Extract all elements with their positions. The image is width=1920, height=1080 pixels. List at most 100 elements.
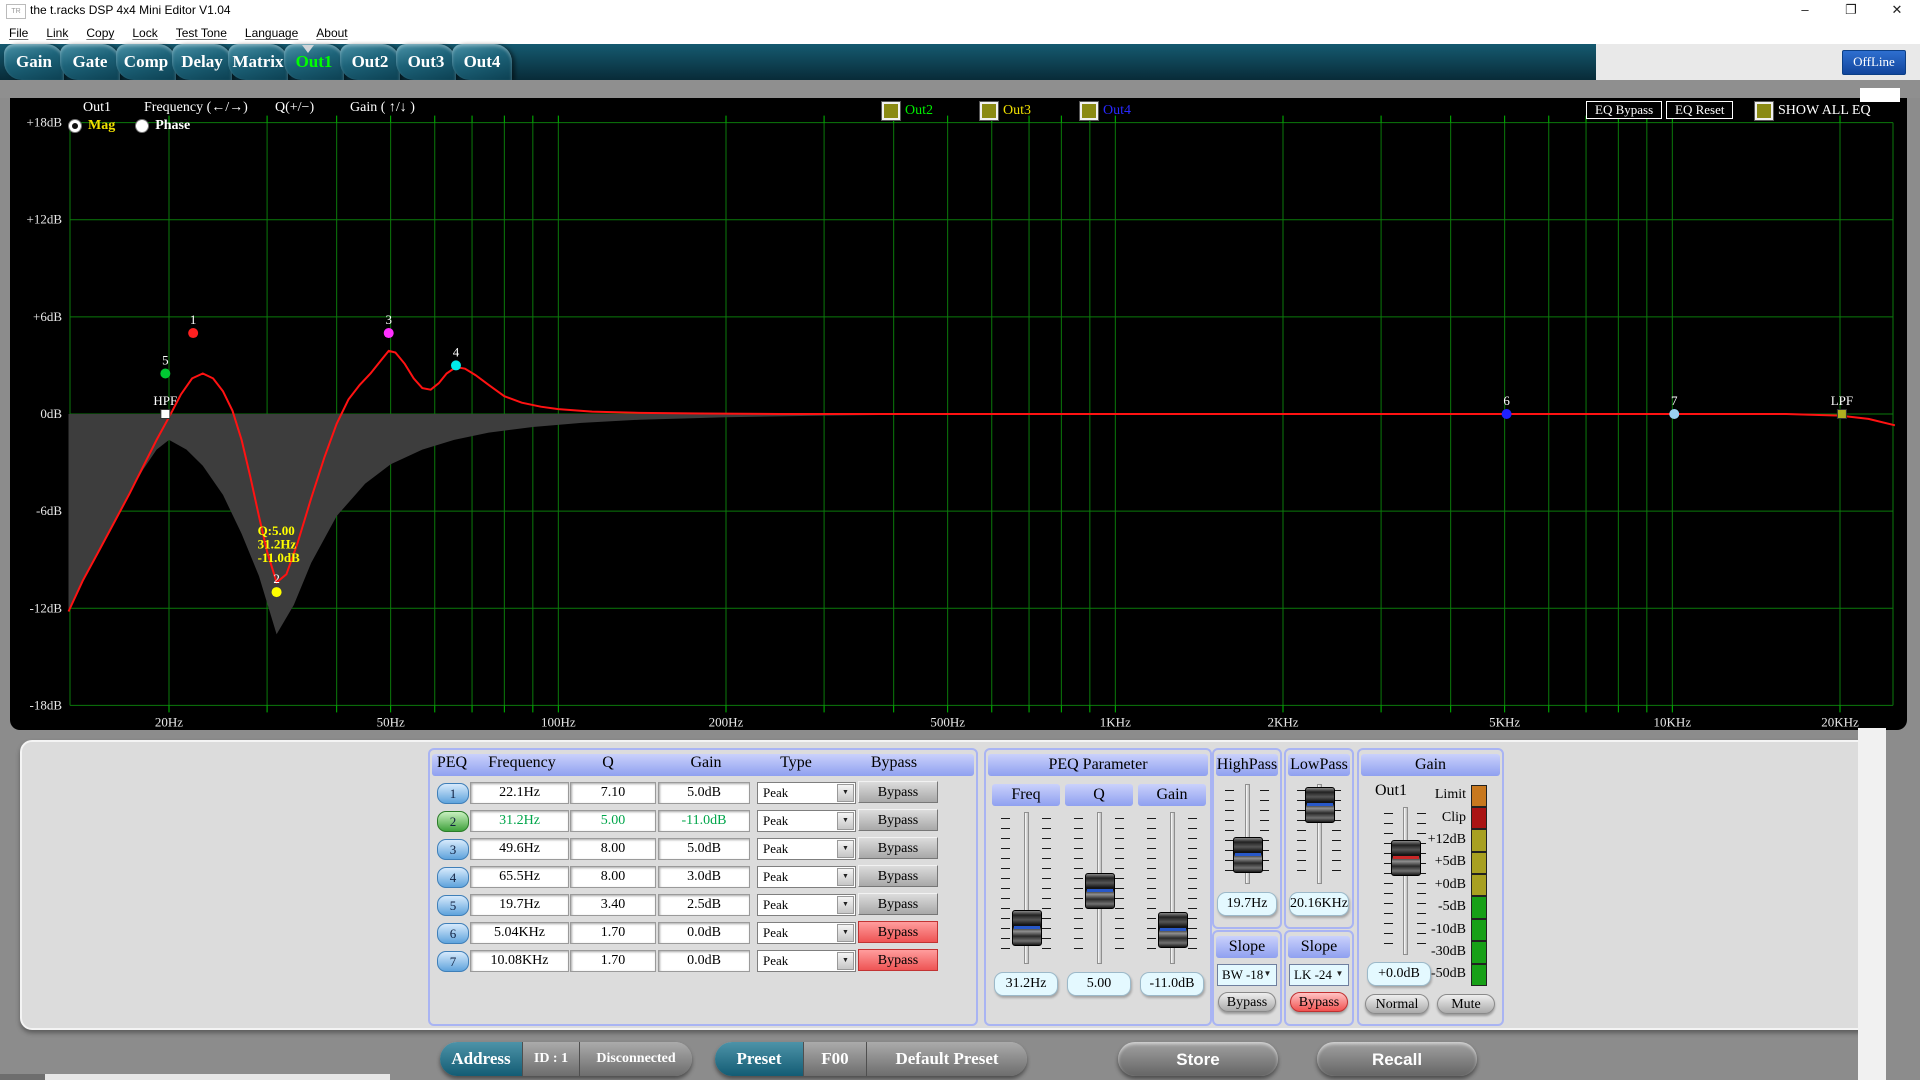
eq-marker-3[interactable] (384, 328, 394, 338)
eq-marker-2[interactable] (272, 587, 282, 597)
peq-4-gain-field[interactable]: 3.0dB (658, 866, 750, 888)
peq-2-frequency-field[interactable]: 31.2Hz (470, 810, 569, 832)
dropdown-arrow-icon[interactable]: ▼ (837, 812, 854, 830)
peq-1-bypass-button[interactable]: Bypass (858, 781, 938, 803)
tab-gain[interactable]: Gain (4, 44, 64, 80)
store-button[interactable]: Store (1118, 1042, 1278, 1076)
eq-bypass-button[interactable]: EQ Bypass (1586, 101, 1662, 119)
eq-marker-5[interactable] (160, 369, 170, 379)
dropdown-arrow-icon[interactable]: ▼ (837, 784, 854, 802)
highpass-slider-knob[interactable] (1233, 837, 1263, 873)
freq-slider-knob[interactable] (1012, 910, 1042, 946)
peq-3-bypass-button[interactable]: Bypass (858, 837, 938, 859)
peq-3-q-field[interactable]: 8.00 (570, 838, 656, 860)
normal-button[interactable]: Normal (1365, 994, 1429, 1014)
gain-slider[interactable] (1144, 810, 1200, 966)
peq-7-bypass-button[interactable]: Bypass (858, 949, 938, 971)
lowpass-frequency-value[interactable]: 20.16KHz (1289, 892, 1349, 916)
q-slider[interactable] (1071, 810, 1127, 966)
eq-reset-button[interactable]: EQ Reset (1666, 101, 1733, 119)
peq-5-gain-field[interactable]: 2.5dB (658, 894, 750, 916)
highpass-slider[interactable] (1222, 782, 1272, 886)
tab-delay[interactable]: Delay (172, 44, 232, 80)
peq-6-frequency-field[interactable]: 5.04KHz (470, 922, 569, 944)
phase-radio[interactable] (135, 119, 149, 133)
peq-7-gain-field[interactable]: 0.0dB (658, 950, 750, 972)
q-value[interactable]: 5.00 (1067, 972, 1131, 996)
tab-out1[interactable]: Out1 (284, 44, 344, 80)
peq-6-bypass-button[interactable]: Bypass (858, 921, 938, 943)
menu-language[interactable]: Language (236, 26, 307, 40)
peq-2-gain-field[interactable]: -11.0dB (658, 810, 750, 832)
tab-out2[interactable]: Out2 (340, 44, 400, 80)
tab-matrix[interactable]: Matrix (228, 44, 288, 80)
lowpass-bypass-button[interactable]: Bypass (1290, 992, 1348, 1012)
preset-button[interactable]: Preset (715, 1042, 804, 1076)
eq-graph-canvas[interactable]: +18dB+12dB+6dB0dB-6dB-12dB-18dB20Hz50Hz1… (10, 98, 1907, 730)
peq-2-badge[interactable]: 2 (437, 811, 469, 832)
tab-comp[interactable]: Comp (116, 44, 176, 80)
peq-7-q-field[interactable]: 1.70 (570, 950, 656, 972)
out2-checkbox[interactable] (882, 102, 900, 120)
eq-marker-1[interactable] (188, 328, 198, 338)
eq-marker-LPF[interactable] (1837, 410, 1846, 419)
menu-about[interactable]: About (307, 26, 356, 40)
tab-out4[interactable]: Out4 (452, 44, 512, 80)
peq-5-type-select[interactable]: Peak▼ (757, 894, 856, 916)
dropdown-arrow-icon[interactable]: ▼ (1260, 966, 1275, 982)
peq-5-badge[interactable]: 5 (437, 895, 469, 916)
mag-radio[interactable] (68, 119, 82, 133)
show-all-eq-checkbox[interactable] (1755, 102, 1773, 120)
freq-value[interactable]: 31.2Hz (994, 972, 1058, 996)
offline-status-button[interactable]: OffLine (1842, 50, 1906, 75)
menu-file[interactable]: File (0, 26, 37, 40)
peq-6-q-field[interactable]: 1.70 (570, 922, 656, 944)
peq-1-gain-field[interactable]: 5.0dB (658, 782, 750, 804)
eq-marker-6[interactable] (1502, 409, 1512, 419)
dropdown-arrow-icon[interactable]: ▼ (1332, 966, 1347, 982)
menu-lock[interactable]: Lock (123, 26, 166, 40)
dropdown-arrow-icon[interactable]: ▼ (837, 952, 854, 970)
peq-6-type-select[interactable]: Peak▼ (757, 922, 856, 944)
peq-4-frequency-field[interactable]: 65.5Hz (470, 866, 569, 888)
peq-4-badge[interactable]: 4 (437, 867, 469, 888)
peq-1-q-field[interactable]: 7.10 (570, 782, 656, 804)
peq-6-gain-field[interactable]: 0.0dB (658, 922, 750, 944)
dropdown-arrow-icon[interactable]: ▼ (837, 840, 854, 858)
peq-7-badge[interactable]: 7 (437, 951, 469, 972)
lowpass-slope-select[interactable]: LK -24▼ (1289, 964, 1349, 986)
right-scrollbar-track[interactable] (1858, 728, 1886, 1080)
q-slider-knob[interactable] (1085, 873, 1115, 909)
tab-gate[interactable]: Gate (60, 44, 120, 80)
peq-7-type-select[interactable]: Peak▼ (757, 950, 856, 972)
gain-value[interactable]: -11.0dB (1140, 972, 1204, 996)
peq-1-badge[interactable]: 1 (437, 783, 469, 804)
tab-out3[interactable]: Out3 (396, 44, 456, 80)
peq-3-frequency-field[interactable]: 49.6Hz (470, 838, 569, 860)
dropdown-arrow-icon[interactable]: ▼ (837, 868, 854, 886)
peq-1-type-select[interactable]: Peak▼ (757, 782, 856, 804)
dropdown-arrow-icon[interactable]: ▼ (837, 924, 854, 942)
menu-test-tone[interactable]: Test Tone (167, 26, 236, 40)
minimize-icon[interactable]: – (1782, 0, 1828, 22)
menu-link[interactable]: Link (37, 26, 77, 40)
peq-4-bypass-button[interactable]: Bypass (858, 865, 938, 887)
lowpass-slider[interactable] (1294, 782, 1344, 886)
highpass-slope-select[interactable]: BW -18▼ (1217, 964, 1277, 986)
peq-3-gain-field[interactable]: 5.0dB (658, 838, 750, 860)
peq-2-bypass-button[interactable]: Bypass (858, 809, 938, 831)
highpass-frequency-value[interactable]: 19.7Hz (1217, 892, 1277, 916)
peq-2-q-field[interactable]: 5.00 (570, 810, 656, 832)
peq-5-bypass-button[interactable]: Bypass (858, 893, 938, 915)
peq-1-frequency-field[interactable]: 22.1Hz (470, 782, 569, 804)
recall-button[interactable]: Recall (1317, 1042, 1477, 1076)
peq-6-badge[interactable]: 6 (437, 923, 469, 944)
restore-icon[interactable]: ❐ (1828, 0, 1874, 22)
mute-button[interactable]: Mute (1437, 994, 1495, 1014)
peq-2-type-select[interactable]: Peak▼ (757, 810, 856, 832)
highpass-bypass-button[interactable]: Bypass (1218, 992, 1276, 1012)
eq-marker-7[interactable] (1669, 409, 1679, 419)
eq-marker-4[interactable] (451, 360, 461, 370)
peq-3-type-select[interactable]: Peak▼ (757, 838, 856, 860)
peq-7-frequency-field[interactable]: 10.08KHz (470, 950, 569, 972)
